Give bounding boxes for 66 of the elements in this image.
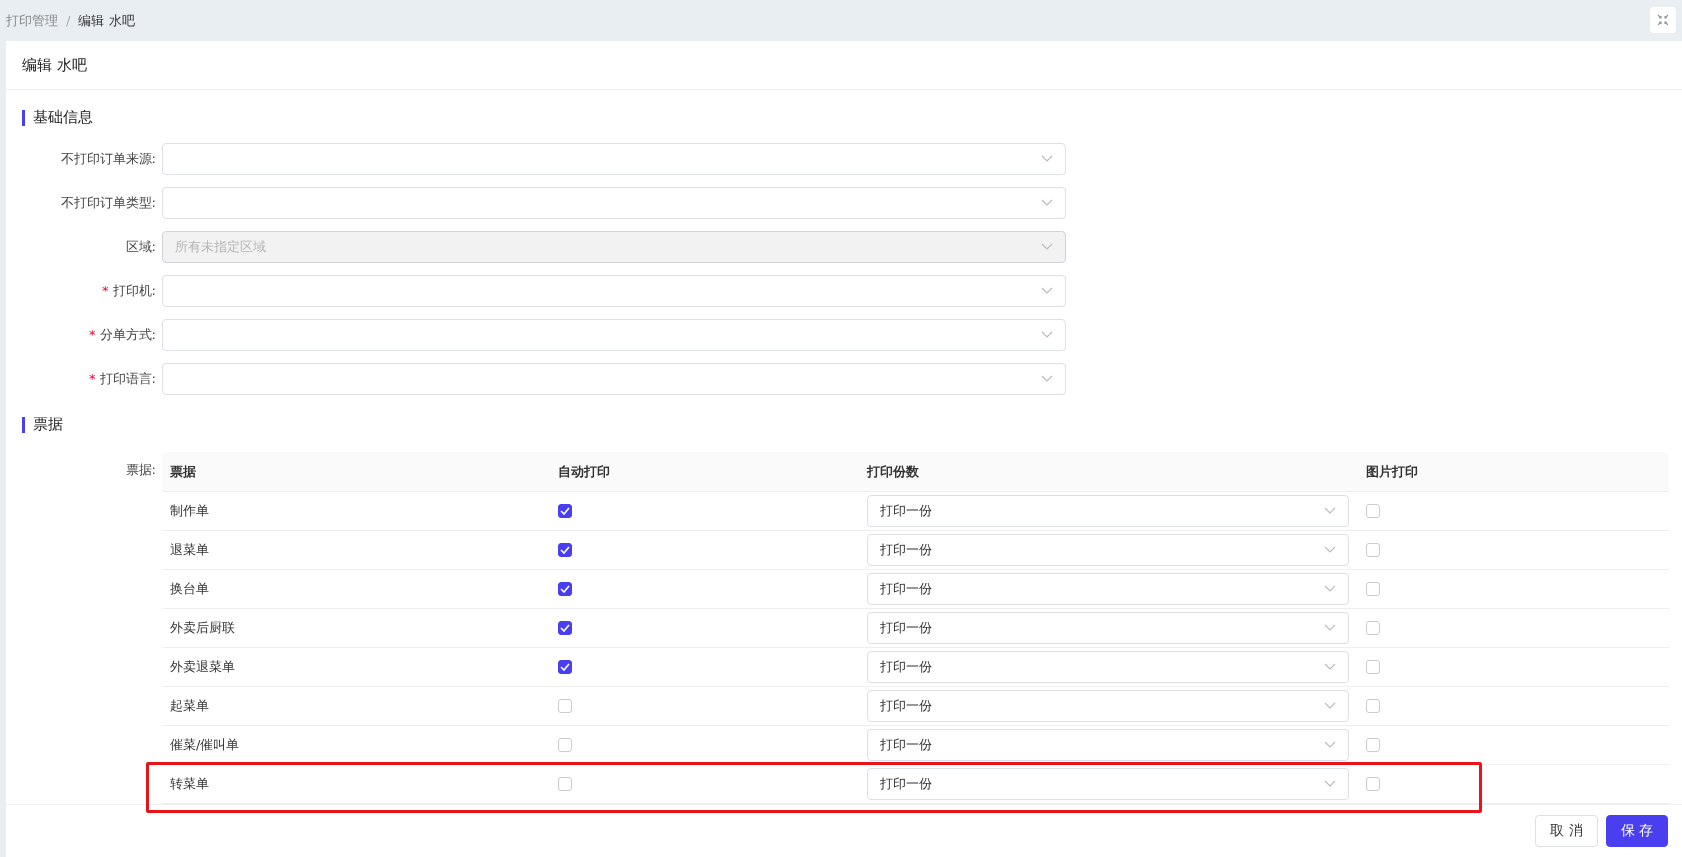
field-label: 票据: [125,462,156,477]
checkbox[interactable] [558,621,572,635]
select-field[interactable]: 打印一份 [867,651,1349,683]
chevron-down-icon [1324,507,1336,515]
checkbox[interactable] [558,582,572,596]
column-header: 票据 [169,462,197,481]
select-field[interactable] [162,143,1066,175]
chevron-down-icon [1324,546,1336,554]
table-cell: 制作单 [170,502,209,520]
chevron-down-icon [1041,199,1053,207]
chevron-down-icon [1324,585,1336,593]
chevron-down-icon [1041,375,1053,383]
table-cell: 外卖退菜单 [170,658,235,676]
required-asterisk: * [102,283,109,298]
required-asterisk: * [89,371,96,386]
chevron-down-icon [1324,624,1336,632]
checkbox[interactable] [558,504,572,518]
chevron-down-icon [1041,243,1053,251]
column-header: 图片打印 [1365,462,1419,481]
breadcrumb-separator: / [66,13,71,28]
chevron-down-icon [1041,287,1053,295]
table-cell: 起菜单 [170,697,209,715]
chevron-down-icon [1324,663,1336,671]
select-field[interactable]: 打印一份 [867,690,1349,722]
select-field: 所有未指定区域 [162,231,1066,263]
checkbox[interactable] [558,543,572,557]
chevron-down-icon [1324,780,1336,788]
chevron-down-icon [1324,741,1336,749]
field-label: 打印语言: [99,371,156,386]
select-field[interactable] [162,187,1066,219]
chevron-down-icon [1041,331,1053,339]
save-button[interactable]: 保 存 [1605,815,1668,847]
column-header: 自动打印 [557,462,611,481]
section-marker [22,416,25,433]
select-field[interactable]: 打印一份 [867,612,1349,644]
required-asterisk: * [89,327,96,342]
field-label: 分单方式: [99,327,156,342]
page-title: 编辑 水吧 [22,55,87,75]
checkbox[interactable] [558,660,572,674]
select-field[interactable]: 打印一份 [867,495,1349,527]
select-field[interactable]: 打印一份 [867,768,1349,800]
table-cell: 退菜单 [170,541,209,559]
table-cell: 换台单 [170,580,209,598]
select-field[interactable] [162,319,1066,351]
chevron-down-icon [1041,155,1053,163]
field-label: 区域: [125,239,156,254]
chevron-down-icon [1324,702,1336,710]
cancel-button[interactable]: 取 消 [1535,815,1598,847]
column-header: 打印份数 [865,462,920,481]
select-field[interactable]: 打印一份 [867,573,1349,605]
select-field[interactable] [162,363,1066,395]
table-cell: 外卖后厨联 [170,619,235,637]
breadcrumb-item: 编辑 水吧 [78,11,135,30]
section-title: 票据 [33,415,63,434]
collapse-arrows-icon [1657,13,1669,26]
fullscreen-button[interactable] [1650,6,1676,33]
select-field[interactable]: 打印一份 [867,534,1349,566]
field-label: 不打印订单类型: [60,195,156,210]
table-cell: 催菜/催叫单 [170,736,240,754]
select-field[interactable]: 打印一份 [867,729,1349,761]
table-cell: 转菜单 [170,775,209,793]
section-title: 基础信息 [33,108,93,127]
field-label: 打印机: [112,283,156,298]
select-field[interactable] [162,275,1066,307]
section-marker [22,109,25,126]
field-label: 不打印订单来源: [60,151,156,166]
